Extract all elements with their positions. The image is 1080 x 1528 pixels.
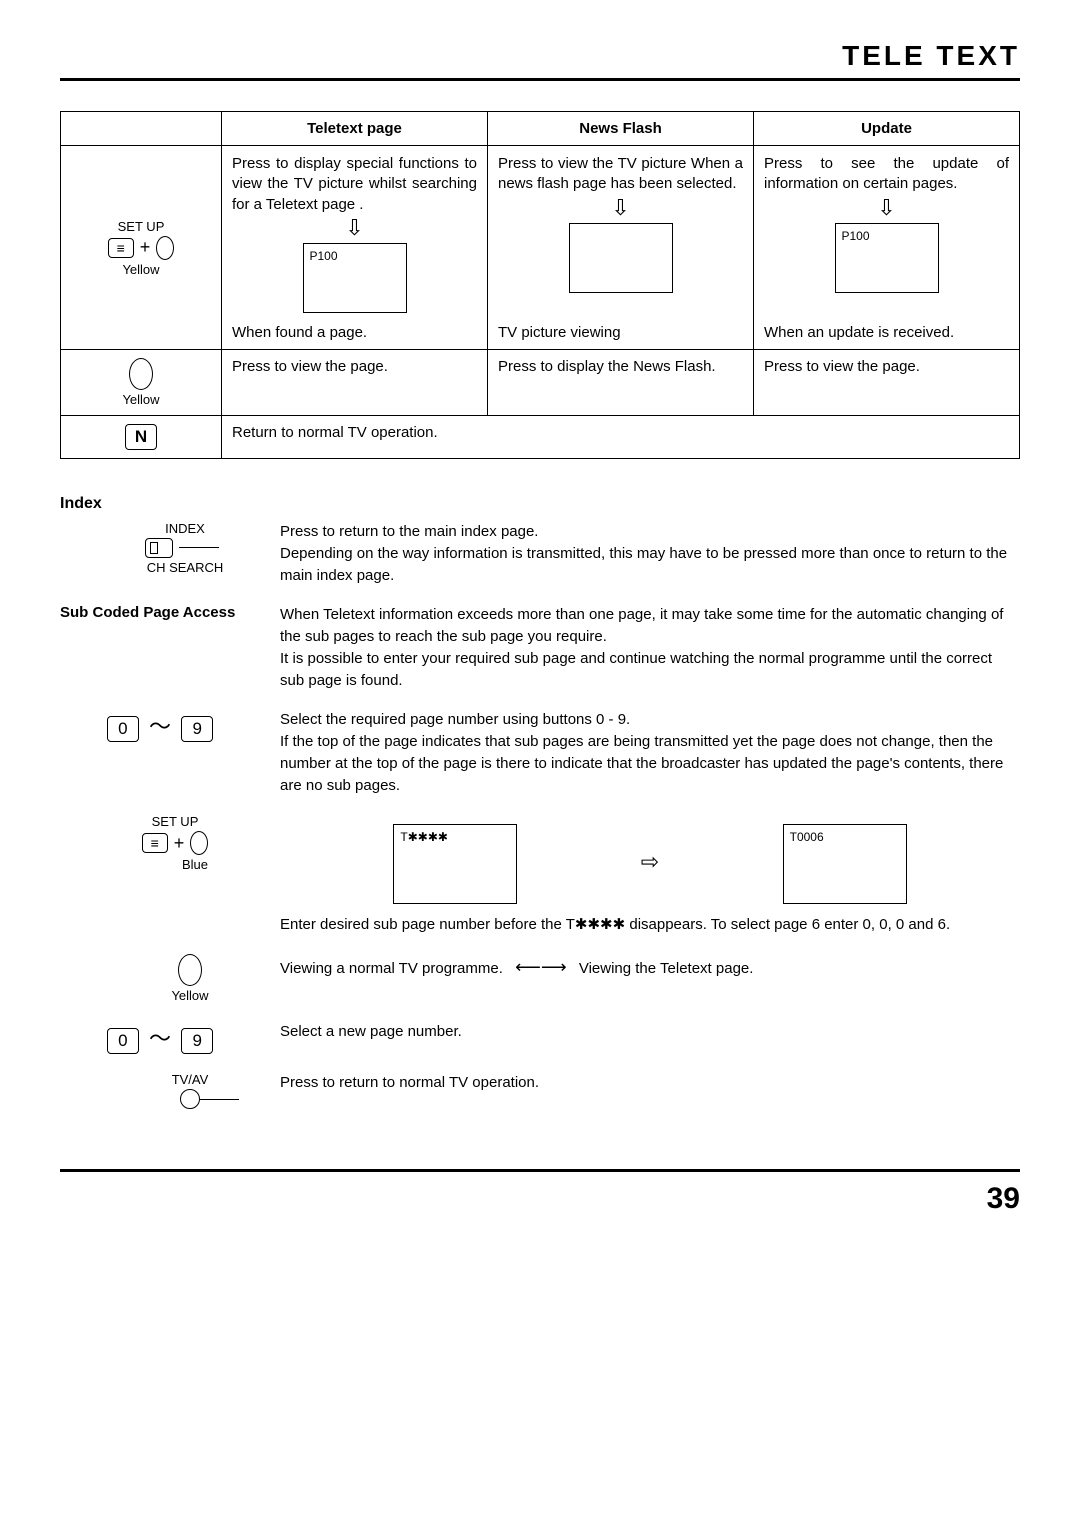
index-label-bottom: CH SEARCH xyxy=(147,560,224,575)
tv-box-t0006: T0006 xyxy=(783,824,907,904)
subcoded-boxes: T✱✱✱✱ ⇨ T0006 Enter desired sub page num… xyxy=(280,814,1020,936)
p4-right: Viewing the Teletext page. xyxy=(579,960,754,977)
subcoded-p5: Select a new page number. xyxy=(280,1021,1020,1043)
yellow-label: Yellow xyxy=(171,988,208,1003)
setup-icon xyxy=(142,833,168,853)
index-label-top: INDEX xyxy=(165,521,205,536)
rule-top xyxy=(60,78,1020,81)
index-title: Index xyxy=(60,495,1020,513)
setup-label: SET UP xyxy=(118,219,165,234)
setup-blue: SET UP + Blue xyxy=(60,814,260,872)
row1-update: Press to see the update of information o… xyxy=(754,146,1020,350)
key-0: 0 xyxy=(107,716,139,742)
arrow-right-icon: ⇨ xyxy=(631,846,669,878)
subcoded-p6: Press to return to normal TV operation. xyxy=(280,1072,1020,1094)
row2-teletext: Press to view the page. xyxy=(222,350,488,416)
tv-box-p100: P100 xyxy=(303,243,407,313)
row1-update-bottom: When an update is received. xyxy=(764,324,1009,341)
row3-icon-cell: N xyxy=(61,416,222,459)
n-key-icon: N xyxy=(125,424,157,450)
row1-newsflash-top: Press to view the TV picture When a news… xyxy=(498,155,743,192)
tv-box-empty xyxy=(569,223,673,293)
row3-text: Return to normal TV operation. xyxy=(222,416,1020,459)
subcoded-title: Sub Coded Page Access xyxy=(60,604,260,621)
oval-button-icon xyxy=(129,358,153,390)
subcoded-p3: Enter desired sub page number before the… xyxy=(280,914,1020,936)
header-newsflash: News Flash xyxy=(488,112,754,146)
key-0: 0 xyxy=(107,1028,139,1054)
setup-label: SET UP xyxy=(152,814,199,829)
blue-label: Blue xyxy=(182,857,208,872)
arrow-down-icon: ⇩ xyxy=(232,217,477,239)
yellow-label: Yellow xyxy=(122,392,159,407)
row2-newsflash: Press to display the News Flash. xyxy=(488,350,754,416)
tilde-icon: 〜 xyxy=(143,714,177,739)
double-arrow-icon: ⟵⟶ xyxy=(507,957,575,977)
index-icon-col: INDEX CH SEARCH xyxy=(60,521,260,575)
row1-icon-cell: SET UP + Yellow xyxy=(61,146,222,350)
feature-table: Teletext page News Flash Update SET UP +… xyxy=(60,111,1020,459)
tvav-icon xyxy=(180,1089,200,1109)
tv-box-tstars: T✱✱✱✱ xyxy=(393,824,517,904)
arrow-down-icon: ⇩ xyxy=(498,197,743,219)
header-teletext: Teletext page xyxy=(222,112,488,146)
p4-left: Viewing a normal TV programme. xyxy=(280,960,503,977)
index-text: Press to return to the main index page. … xyxy=(280,521,1020,586)
header-update: Update xyxy=(754,112,1020,146)
plus-icon: + xyxy=(134,237,157,258)
key-9: 9 xyxy=(181,716,213,742)
row1-newsflash: Press to view the TV picture When a news… xyxy=(488,146,754,350)
page-title: TELE TEXT xyxy=(60,40,1020,72)
subcoded-p1: When Teletext information exceeds more t… xyxy=(280,604,1020,691)
subcoded-p2: Select the required page number using bu… xyxy=(280,709,1020,796)
row1-teletext-top: Press to display special functions to vi… xyxy=(232,155,477,213)
header-blank xyxy=(61,112,222,146)
yellow-oval: Yellow xyxy=(60,954,260,1003)
tv-box-p100: P100 xyxy=(835,223,939,293)
row1-teletext-bottom: When found a page. xyxy=(232,324,477,341)
keys-0-9: 0 〜 9 xyxy=(60,709,260,742)
tvav-label: TV/AV xyxy=(172,1072,209,1087)
row2-icon-cell: Yellow xyxy=(61,350,222,416)
row1-teletext: Press to display special functions to vi… xyxy=(222,146,488,350)
row1-update-top: Press to see the update of information o… xyxy=(764,155,1009,192)
row1-newsflash-bottom: TV picture viewing xyxy=(498,324,743,341)
setup-icon xyxy=(108,238,134,258)
key-9: 9 xyxy=(181,1028,213,1054)
tilde-icon: 〜 xyxy=(143,1026,177,1051)
yellow-label: Yellow xyxy=(122,262,159,277)
plus-icon: + xyxy=(168,833,191,854)
subcoded-p4: Viewing a normal TV programme. ⟵⟶ Viewin… xyxy=(280,954,1020,980)
keys-0-9: 0 〜 9 xyxy=(60,1021,260,1054)
oval-button-icon xyxy=(156,236,174,260)
tvav-icon-col: TV/AV xyxy=(60,1072,260,1109)
rule-bottom xyxy=(60,1169,1020,1172)
page-number: 39 xyxy=(60,1182,1020,1216)
leader-line xyxy=(179,547,219,549)
oval-button-icon xyxy=(190,831,208,855)
row2-update: Press to view the page. xyxy=(754,350,1020,416)
index-icon xyxy=(145,538,173,558)
arrow-down-icon: ⇩ xyxy=(764,197,1009,219)
oval-button-icon xyxy=(178,954,202,986)
